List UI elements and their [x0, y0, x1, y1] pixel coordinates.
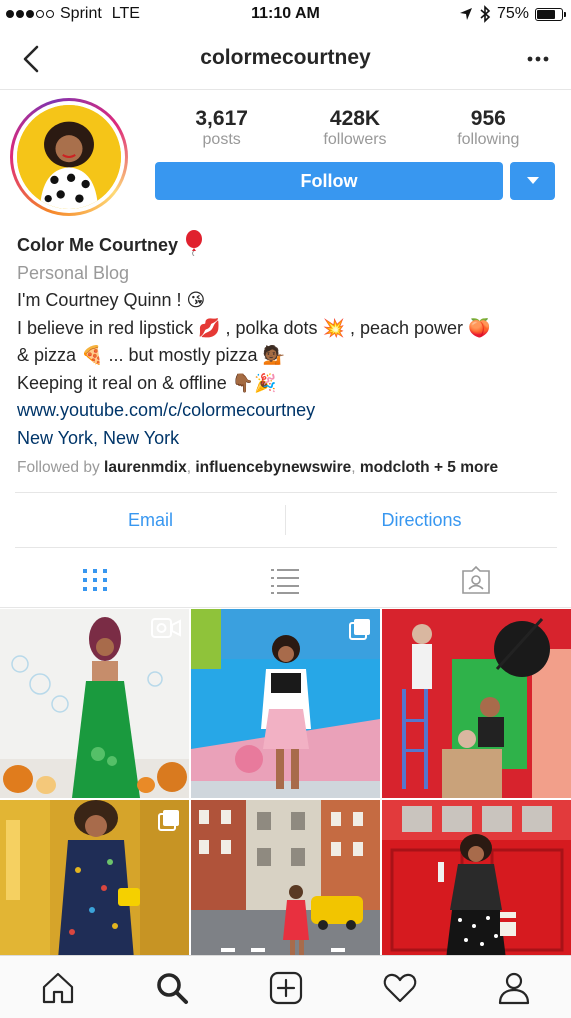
bio-line: I'm Courtney Quinn ! 😘	[17, 290, 206, 310]
post-thumbnail[interactable]	[382, 609, 571, 798]
follower-username[interactable]: modcloth	[360, 459, 430, 476]
battery-icon	[535, 7, 566, 21]
profile-icon[interactable]	[496, 970, 532, 1006]
profile-bio: Color Me Courtney Personal Blog I'm Cour…	[17, 230, 562, 482]
bio-line: I believe in red lipstick 💋 , polka dots…	[17, 317, 491, 338]
battery-fill	[537, 9, 555, 19]
email-button[interactable]: Email	[15, 493, 286, 547]
search-icon[interactable]	[154, 970, 190, 1006]
follow-button[interactable]: Follow	[155, 162, 503, 200]
add-post-icon[interactable]	[268, 970, 304, 1006]
photo-grid	[0, 609, 571, 959]
directions-button[interactable]: Directions	[286, 493, 557, 547]
balloon-icon	[186, 230, 203, 257]
followers-count: 428K	[329, 107, 381, 130]
posts-count: 3,617	[195, 107, 248, 130]
followers-label: followers	[323, 131, 387, 148]
follower-username[interactable]: laurenmdix	[104, 459, 187, 476]
bio-line: Keeping it real on & offline 👇🏾🎉	[17, 372, 277, 393]
carousel-badge-icon	[349, 619, 370, 640]
post-thumbnail[interactable]	[191, 609, 380, 798]
tagged-icon[interactable]	[461, 565, 491, 595]
location-arrow-icon	[459, 8, 472, 20]
list-view-icon[interactable]	[270, 565, 300, 595]
video-badge-icon	[151, 618, 181, 638]
followed-by-prefix: Followed by	[17, 459, 105, 476]
carousel-badge-icon	[158, 810, 179, 831]
post-thumbnail[interactable]	[0, 609, 189, 798]
bio-category: Personal Blog	[17, 262, 130, 283]
post-thumbnail[interactable]	[382, 800, 571, 959]
contact-row: Email Directions	[15, 492, 557, 548]
caret-down-icon	[527, 177, 539, 184]
avatar-story-ring[interactable]	[10, 98, 128, 216]
stat-posts[interactable]: 3,617 posts	[155, 108, 288, 152]
status-right: 75%	[459, 5, 566, 23]
stat-followers[interactable]: 428K followers	[288, 108, 421, 152]
profile-stats: 3,617 posts 428K followers 956 following	[155, 108, 555, 152]
bio-name: Color Me Courtney	[17, 235, 179, 255]
post-thumbnail[interactable]	[0, 800, 189, 959]
followed-by-more[interactable]: + 5 more	[434, 459, 498, 476]
follower-username[interactable]: influencebynewswire	[195, 459, 351, 476]
bio-line: & pizza 🍕 ... but mostly pizza 💁🏾	[17, 345, 285, 365]
status-bar: Sprint LTE 11:10 AM 75%	[0, 0, 571, 30]
bluetooth-icon	[480, 5, 491, 23]
view-switch	[0, 550, 571, 608]
bio-website-link[interactable]: www.youtube.com/c/colormecourtney	[17, 397, 562, 425]
bottom-tab-bar	[0, 955, 571, 1018]
bio-location-link[interactable]: New York, New York	[17, 425, 562, 453]
following-label: following	[457, 131, 520, 148]
grid-view-icon[interactable]	[80, 565, 110, 595]
home-icon[interactable]	[40, 970, 76, 1006]
post-thumbnail[interactable]	[191, 800, 380, 959]
suggested-dropdown-button[interactable]	[510, 162, 555, 200]
stat-following[interactable]: 956 following	[422, 108, 555, 152]
nav-bar: colormecourtney	[0, 30, 571, 90]
activity-heart-icon[interactable]	[382, 970, 418, 1006]
more-horizontal-icon[interactable]	[525, 46, 551, 72]
profile-username: colormecourtney	[200, 46, 371, 69]
followed-by[interactable]: Followed by laurenmdix, influencebynewsw…	[17, 454, 562, 482]
following-count: 956	[470, 107, 506, 130]
avatar	[17, 105, 121, 209]
posts-label: posts	[202, 131, 241, 148]
battery-percent: 75%	[496, 5, 529, 22]
